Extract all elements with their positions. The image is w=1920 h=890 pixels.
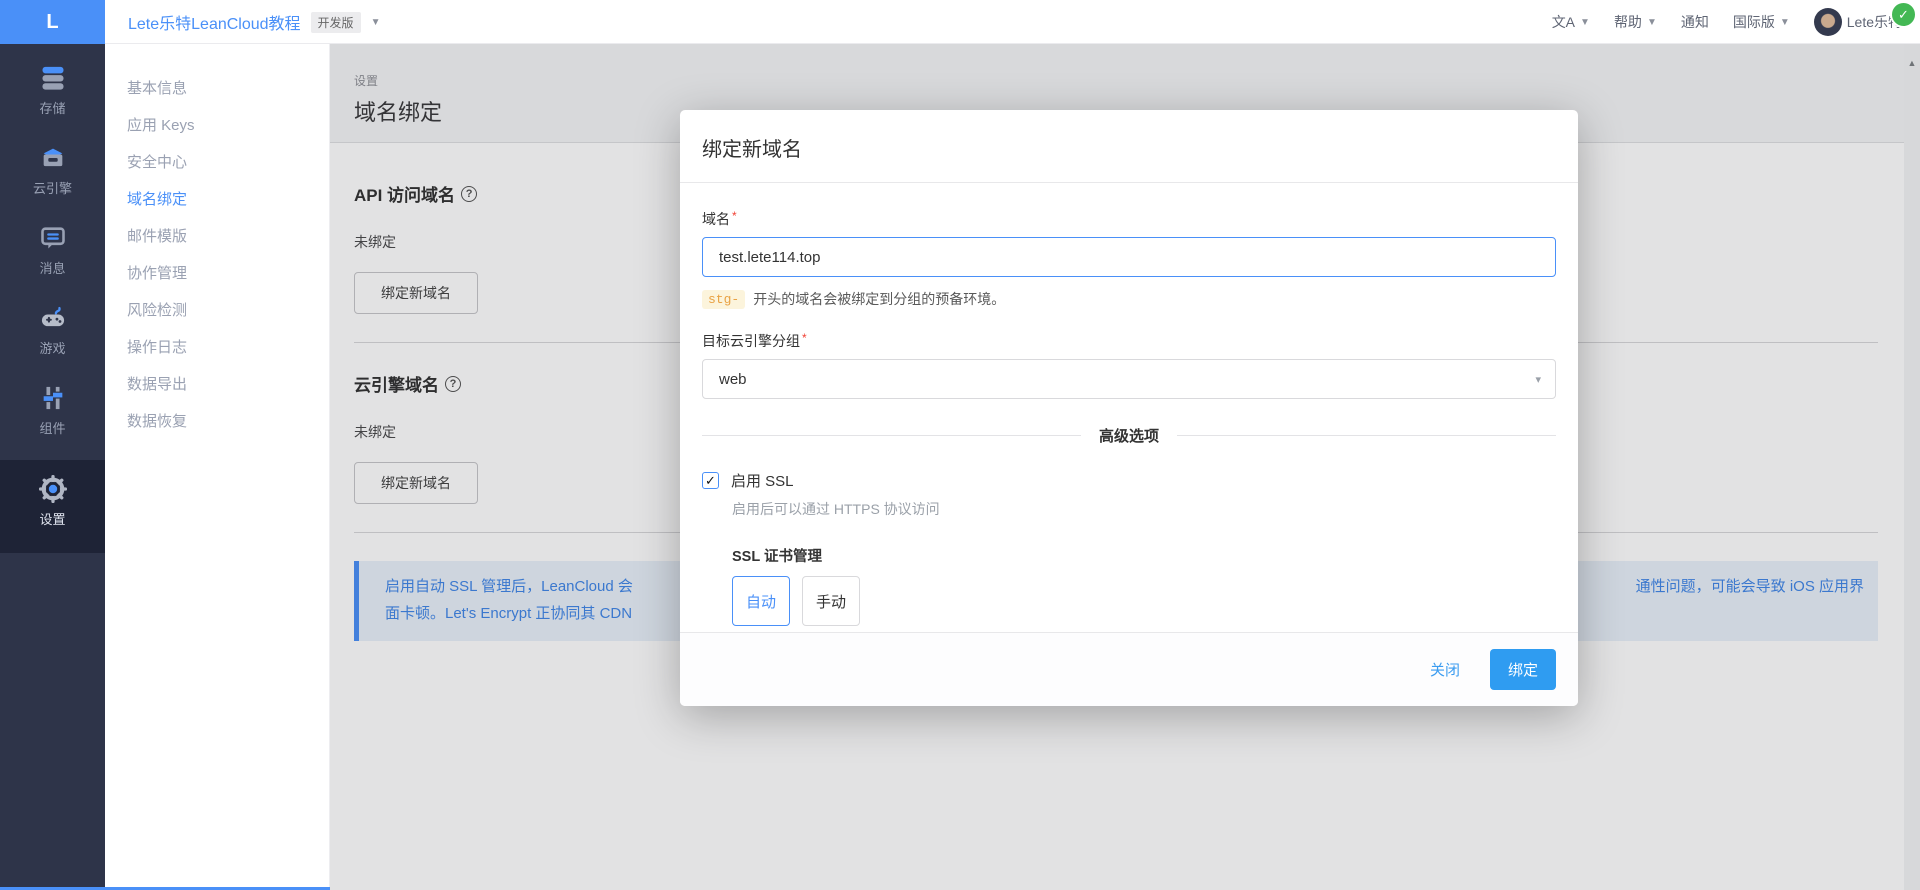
sidebar-item-label: 云引擎 — [33, 181, 72, 196]
edition-menu[interactable]: 国际版 ▼ — [1733, 12, 1790, 32]
topbar: L Lete乐特LeanCloud教程 开发版 ▼ 文A ▼ 帮助 ▼ 通知 国… — [0, 0, 1920, 44]
ssl-checkbox-label: 启用 SSL — [731, 470, 794, 491]
scroll-up-arrow-icon[interactable]: ▲ — [1908, 58, 1917, 890]
app-switcher[interactable]: Lete乐特LeanCloud教程 开发版 ▼ — [128, 0, 380, 44]
engine-group-select[interactable]: web ▾ — [702, 359, 1556, 399]
sidebar-item-label: 存储 — [39, 101, 65, 116]
language-icon: 文A — [1552, 12, 1575, 32]
extension-check-badge[interactable]: ✓ — [1890, 1, 1917, 28]
sidebar-item-components[interactable]: 组件 — [0, 384, 105, 437]
gear-icon — [39, 475, 67, 503]
chevron-down-icon: ▼ — [371, 17, 381, 28]
app-logo[interactable]: L — [0, 0, 105, 44]
engine-icon — [39, 144, 67, 172]
sidebar-item-label: 组件 — [39, 421, 65, 436]
selected-group-value: web — [719, 371, 747, 388]
chevron-down-icon: ▼ — [1647, 17, 1657, 28]
app-title[interactable]: Lete乐特LeanCloud教程 — [128, 10, 301, 34]
user-menu[interactable]: Lete乐特 — [1814, 8, 1902, 36]
sidebar: 存储 云引擎 消息 — [0, 44, 105, 890]
modal-body: 域名* stg- 开头的域名会被绑定到分组的预备环境。 目标云引擎分组* web… — [680, 183, 1578, 626]
menu-item-data-restore[interactable]: 数据恢复 — [105, 403, 329, 440]
menu-item-basic-info[interactable]: 基本信息 — [105, 70, 329, 107]
database-icon — [39, 64, 67, 92]
ssl-hint-text: 启用后可以通过 HTTPS 协议访问 — [732, 499, 1556, 519]
modal-title: 绑定新域名 — [702, 133, 1556, 162]
advanced-options-label: 高级选项 — [1099, 425, 1159, 446]
divider-line — [1177, 435, 1556, 436]
enable-ssl-row[interactable]: ✓ 启用 SSL — [702, 470, 1556, 491]
edition-label: 国际版 — [1733, 12, 1775, 32]
group-label-text: 目标云引擎分组 — [702, 333, 800, 349]
avatar[interactable] — [1814, 8, 1842, 36]
menu-item-security-center[interactable]: 安全中心 — [105, 144, 329, 181]
sidebar-item-storage[interactable]: 存储 — [0, 64, 105, 117]
modal-footer: 关闭 绑定 — [680, 632, 1578, 706]
cert-manual-button[interactable]: 手动 — [802, 576, 860, 626]
stg-hint-row: stg- 开头的域名会被绑定到分组的预备环境。 — [702, 289, 1556, 309]
notifications-label: 通知 — [1681, 12, 1709, 32]
required-asterisk: * — [732, 209, 737, 223]
group-field-label: 目标云引擎分组* — [702, 331, 1556, 351]
divider-line — [702, 435, 1081, 436]
sidebar-item-settings[interactable]: 设置 — [0, 460, 105, 553]
menu-item-data-export[interactable]: 数据导出 — [105, 366, 329, 403]
vertical-scrollbar[interactable]: ▲ — [1904, 44, 1920, 890]
sidebar-item-games[interactable]: 游戏 — [0, 304, 105, 357]
menu-item-email-templates[interactable]: 邮件模版 — [105, 218, 329, 255]
ssl-checkbox[interactable]: ✓ — [702, 472, 719, 489]
domain-label-text: 域名 — [702, 211, 730, 227]
app-env-badge: 开发版 — [311, 12, 361, 33]
menu-item-app-keys[interactable]: 应用 Keys — [105, 107, 329, 144]
sidebar-item-engine[interactable]: 云引擎 — [0, 144, 105, 197]
settings-menu: 基本信息 应用 Keys 安全中心 域名绑定 邮件模版 协作管理 风险检测 操作… — [105, 44, 330, 890]
domain-input[interactable] — [702, 237, 1556, 277]
menu-item-collaboration[interactable]: 协作管理 — [105, 255, 329, 292]
chevron-down-icon: ▼ — [1580, 17, 1590, 28]
bind-domain-modal: 绑定新域名 域名* stg- 开头的域名会被绑定到分组的预备环境。 目标云引擎分… — [680, 110, 1578, 706]
advanced-options-divider: 高级选项 — [702, 425, 1556, 446]
modal-header: 绑定新域名 — [680, 110, 1578, 183]
menu-item-risk-detection[interactable]: 风险检测 — [105, 292, 329, 329]
required-asterisk: * — [802, 331, 807, 345]
menu-item-operation-logs[interactable]: 操作日志 — [105, 329, 329, 366]
cert-management-label: SSL 证书管理 — [732, 545, 1556, 566]
bind-button[interactable]: 绑定 — [1490, 649, 1556, 690]
gamepad-icon — [39, 304, 67, 332]
components-icon — [39, 384, 67, 412]
message-icon — [39, 224, 67, 252]
help-menu[interactable]: 帮助 ▼ — [1614, 12, 1657, 32]
chevron-down-icon: ▼ — [1780, 17, 1790, 28]
sidebar-item-messages[interactable]: 消息 — [0, 224, 105, 277]
notifications-link[interactable]: 通知 — [1681, 12, 1709, 32]
cert-auto-button[interactable]: 自动 — [732, 576, 790, 626]
sidebar-item-label: 消息 — [39, 261, 65, 276]
domain-field-label: 域名* — [702, 209, 1556, 229]
help-label: 帮助 — [1614, 12, 1642, 32]
leancloud-console: L Lete乐特LeanCloud教程 开发版 ▼ 文A ▼ 帮助 ▼ 通知 国… — [0, 0, 1920, 890]
stg-hint-text: 开头的域名会被绑定到分组的预备环境。 — [753, 289, 1005, 309]
stg-prefix-badge: stg- — [702, 290, 745, 309]
sidebar-item-label: 游戏 — [39, 341, 65, 356]
menu-item-domain-binding[interactable]: 域名绑定 — [105, 181, 329, 218]
close-button[interactable]: 关闭 — [1430, 659, 1460, 680]
topbar-menu: 文A ▼ 帮助 ▼ 通知 国际版 ▼ Lete乐特 — [1552, 0, 1902, 44]
cert-management-toggle: 自动 手动 — [732, 576, 1556, 626]
language-menu[interactable]: 文A ▼ — [1552, 12, 1590, 32]
chevron-down-icon: ▾ — [1535, 373, 1541, 386]
sidebar-item-label: 设置 — [39, 512, 65, 527]
